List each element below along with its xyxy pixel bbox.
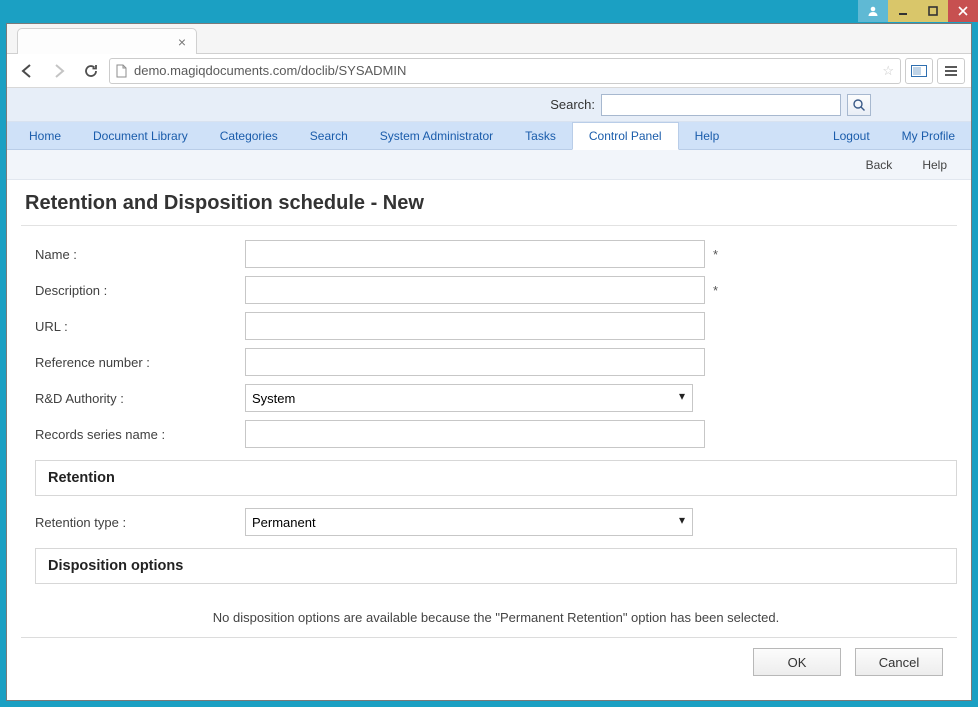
global-search-bar: Search:: [7, 88, 971, 122]
nav-document-library[interactable]: Document Library: [77, 122, 204, 149]
authority-label: R&D Authority :: [35, 391, 245, 406]
reference-number-label: Reference number :: [35, 355, 245, 370]
nav-help[interactable]: Help: [679, 122, 736, 149]
retention-type-select[interactable]: Permanent: [245, 508, 693, 536]
page-content: Search: Home Document Library Categories…: [7, 88, 971, 700]
window-titlebar: [0, 0, 978, 23]
address-bar[interactable]: demo.magiqdocuments.com/doclib/SYSADMIN …: [109, 58, 901, 84]
main-nav: Home Document Library Categories Search …: [7, 122, 971, 150]
nav-home[interactable]: Home: [13, 122, 77, 149]
browser-tab[interactable]: ×: [17, 28, 197, 54]
required-marker: *: [713, 283, 718, 298]
retention-heading: Retention: [48, 470, 944, 486]
nav-categories[interactable]: Categories: [204, 122, 294, 149]
nav-my-profile[interactable]: My Profile: [886, 122, 971, 149]
form-page: Retention and Disposition schedule - New…: [7, 180, 971, 700]
browser-menu-button[interactable]: [937, 58, 965, 84]
series-name-field[interactable]: [245, 420, 705, 448]
disposition-section: Disposition options: [35, 548, 957, 584]
ok-button[interactable]: OK: [753, 648, 841, 676]
nav-search[interactable]: Search: [294, 122, 364, 149]
back-button[interactable]: [13, 58, 41, 84]
description-label: Description :: [35, 283, 245, 298]
url-label: URL :: [35, 319, 245, 334]
bookmark-star-icon[interactable]: ☆: [882, 63, 894, 79]
page-title: Retention and Disposition schedule - New: [21, 188, 957, 225]
page-sub-links: Back Help: [7, 150, 971, 180]
name-field[interactable]: [245, 240, 705, 268]
back-link[interactable]: Back: [866, 158, 893, 172]
title-divider: [21, 225, 957, 226]
browser-window: × demo.magiqdocuments.com/doclib/SYSADMI…: [6, 23, 972, 701]
search-input[interactable]: [601, 94, 841, 116]
name-label: Name :: [35, 247, 245, 262]
user-icon[interactable]: [858, 0, 888, 22]
window-maximize-button[interactable]: [918, 0, 948, 22]
disposition-note: No disposition options are available bec…: [35, 592, 957, 635]
search-button[interactable]: [847, 94, 871, 116]
authority-select[interactable]: System: [245, 384, 693, 412]
reference-number-field[interactable]: [245, 348, 705, 376]
description-field[interactable]: [245, 276, 705, 304]
form-footer: OK Cancel: [21, 637, 957, 686]
retention-section: Retention: [35, 460, 957, 496]
nav-tasks[interactable]: Tasks: [509, 122, 572, 149]
browser-toolbar: demo.magiqdocuments.com/doclib/SYSADMIN …: [7, 54, 971, 88]
retention-form: Name : * Description : * URL : Reference…: [21, 236, 957, 635]
search-label: Search:: [550, 97, 595, 112]
help-link[interactable]: Help: [922, 158, 947, 172]
retention-type-label: Retention type :: [35, 515, 245, 530]
cancel-button[interactable]: Cancel: [855, 648, 943, 676]
nav-control-panel[interactable]: Control Panel: [572, 122, 679, 150]
browser-tabstrip: ×: [7, 24, 971, 54]
panel-toggle-button[interactable]: [905, 58, 933, 84]
nav-logout[interactable]: Logout: [817, 122, 886, 149]
disposition-heading: Disposition options: [48, 558, 944, 574]
series-name-label: Records series name :: [35, 427, 245, 442]
page-icon: [116, 64, 128, 78]
reload-button[interactable]: [77, 58, 105, 84]
url-text: demo.magiqdocuments.com/doclib/SYSADMIN: [134, 63, 406, 78]
window-close-button[interactable]: [948, 0, 978, 22]
window-minimize-button[interactable]: [888, 0, 918, 22]
forward-button[interactable]: [45, 58, 73, 84]
required-marker: *: [713, 247, 718, 262]
url-field[interactable]: [245, 312, 705, 340]
tab-close-icon[interactable]: ×: [178, 34, 186, 50]
nav-spacer: [735, 122, 817, 149]
nav-system-administrator[interactable]: System Administrator: [364, 122, 509, 149]
